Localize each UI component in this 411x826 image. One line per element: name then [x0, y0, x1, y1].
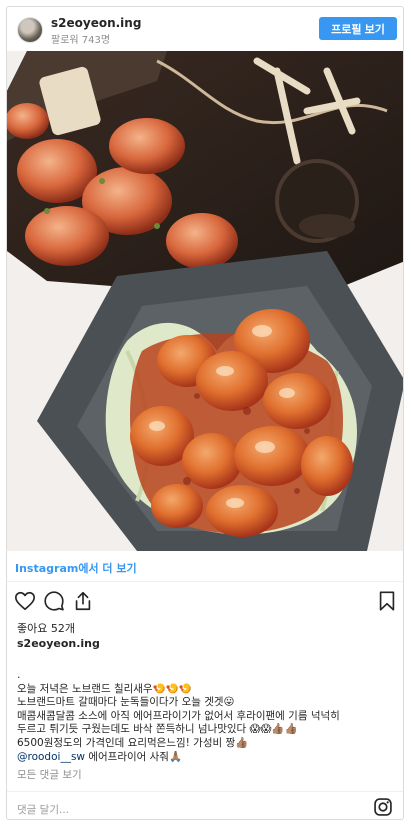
view-profile-button[interactable]: 프로필 보기	[319, 17, 397, 40]
caption-line: 오늘 저녁은 노브랜드 칠리새우🍤🍤🍤	[17, 682, 192, 695]
username[interactable]: s2eoyeon.ing	[51, 16, 141, 30]
bookmark-icon[interactable]	[375, 589, 399, 613]
view-more-on-instagram-link[interactable]: Instagram에서 더 보기	[15, 560, 137, 576]
share-icon[interactable]	[71, 589, 95, 613]
avatar[interactable]	[17, 17, 43, 43]
caption-line: .	[17, 669, 21, 681]
view-all-comments-link[interactable]: 모든 댓글 보기	[17, 767, 82, 782]
user-mention-link[interactable]: @roodoi__sw	[17, 751, 85, 763]
heart-icon[interactable]	[13, 589, 37, 613]
like-count[interactable]: 좋아요 52개	[17, 620, 75, 636]
caption-line: 두르고 튀기듯 구웠는데도 바삭 쫀득하니 넘나맛있다 😱😱👍🏽👍🏽	[17, 723, 298, 736]
instagram-logo-icon[interactable]	[373, 797, 393, 817]
caption-line: 노브랜드마트 갈때마다 눈독들이다가 오늘 겟겟😛	[17, 696, 235, 709]
caption-line: @roodoi__sw 에어프라이어 사줘🙏🏽	[17, 751, 401, 765]
post-header: s2eoyeon.ing 팔로워 743명 프로필 보기	[7, 7, 403, 51]
instagram-embed-card: s2eoyeon.ing 팔로워 743명 프로필 보기 Instagram에서…	[6, 6, 404, 820]
caption-line: 매콤새콤달콤 소스에 아직 에어프라이기가 없어서 후라이팬에 기름 넉넉히	[17, 709, 340, 722]
comment-bar: 댓글 달기...	[7, 791, 403, 819]
add-comment-input[interactable]: 댓글 달기...	[17, 802, 69, 817]
chili-shrimp-photo	[7, 51, 403, 551]
divider	[7, 581, 403, 582]
caption-username[interactable]: s2eoyeon.ing	[17, 637, 100, 650]
caption-text: . 오늘 저녁은 노브랜드 칠리새우🍤🍤🍤 노브랜드마트 갈때마다 눈독들이다가…	[17, 669, 401, 764]
speech-bubble-icon[interactable]	[42, 589, 66, 613]
post-photo[interactable]	[7, 51, 403, 551]
action-bar	[7, 585, 403, 619]
caption-line-rest: 에어프라이어 사줘🙏🏽	[85, 750, 183, 763]
follower-count: 팔로워 743명	[51, 35, 111, 46]
caption-line: 6500원정도의 가격인데 요리먹은느낌! 가성비 짱👍🏽	[17, 736, 249, 749]
